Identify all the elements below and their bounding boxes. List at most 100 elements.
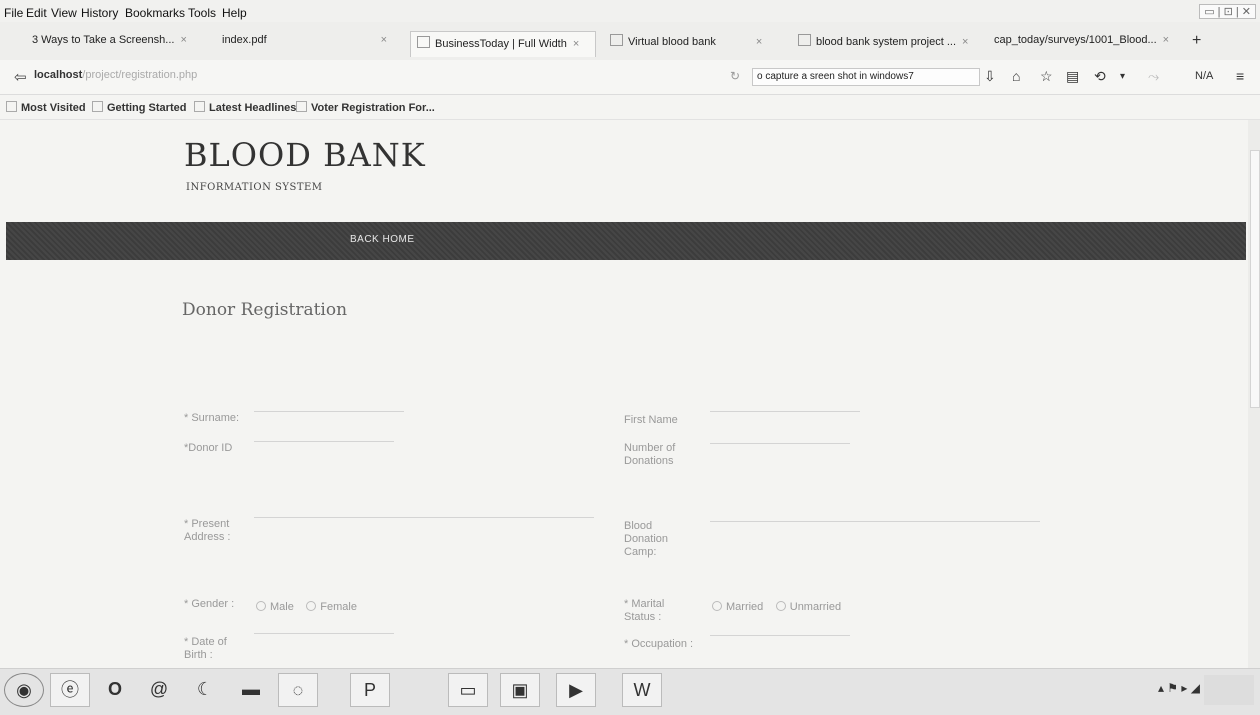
tab-bar: 3 Ways to Take a Screensh... × index.pdf ×… bbox=[0, 22, 1260, 61]
back-home-link[interactable]: BACK HOME bbox=[350, 234, 415, 245]
close-icon[interactable]: × bbox=[962, 36, 968, 48]
app-o-taskbar-icon[interactable]: O bbox=[96, 673, 134, 705]
menu-file[interactable]: File bbox=[4, 6, 23, 20]
occupation-label: * Occupation : bbox=[624, 638, 694, 650]
donations-input[interactable] bbox=[710, 442, 850, 444]
tab-label: BusinessToday | Full Width bbox=[435, 38, 567, 50]
scrollbar-thumb[interactable] bbox=[1250, 150, 1260, 408]
extension-icon[interactable]: ⤳ bbox=[1148, 68, 1159, 85]
folder-taskbar-icon[interactable]: ▭ bbox=[448, 673, 488, 707]
menu-view[interactable]: View bbox=[51, 6, 77, 20]
globe-icon bbox=[296, 101, 307, 112]
radio-icon bbox=[256, 601, 266, 611]
close-icon[interactable]: × bbox=[381, 34, 387, 46]
gender-female-radio[interactable]: Female bbox=[306, 597, 365, 614]
radio-label: Unmarried bbox=[789, 601, 842, 613]
image-viewer-taskbar-icon[interactable]: ▣ bbox=[500, 673, 540, 707]
star-icon[interactable]: ☆ bbox=[1040, 68, 1053, 85]
menu-tools[interactable]: Tools bbox=[188, 6, 216, 20]
media-taskbar-icon[interactable]: ▶ bbox=[556, 673, 596, 707]
powerpoint-taskbar-icon[interactable]: P bbox=[350, 673, 390, 707]
surname-input[interactable] bbox=[254, 410, 404, 412]
download-icon[interactable]: ⇩ bbox=[984, 68, 996, 85]
tab-screenshot[interactable]: 3 Ways to Take a Screensh... × bbox=[32, 34, 212, 54]
dob-input[interactable] bbox=[254, 632, 394, 634]
first-name-label: First Name bbox=[624, 414, 678, 426]
close-icon[interactable]: × bbox=[573, 38, 579, 50]
donor-id-input[interactable] bbox=[254, 440, 394, 442]
present-address-input[interactable] bbox=[254, 516, 594, 518]
url-bar[interactable]: localhost/project/registration.php bbox=[34, 69, 197, 81]
donor-id-label: *Donor ID bbox=[184, 442, 233, 454]
menu-bookmarks[interactable]: Bookmarks bbox=[125, 6, 185, 20]
surname-label: * Surname: bbox=[184, 412, 240, 424]
tab-label: cap_today/surveys/1001_Blood... bbox=[994, 34, 1157, 46]
word-taskbar-icon[interactable]: W bbox=[622, 673, 662, 707]
marital-unmarried-radio[interactable]: Unmarried bbox=[775, 597, 849, 614]
dropdown-chevron-icon[interactable]: ▾ bbox=[1120, 71, 1125, 82]
bookmark-voter-registration[interactable]: Voter Registration For... bbox=[296, 101, 435, 114]
dob-label: * Date of Birth : bbox=[184, 636, 227, 661]
tab-cap-today[interactable]: cap_today/surveys/1001_Blood... × bbox=[994, 34, 1172, 54]
bookmark-label: Getting Started bbox=[107, 102, 187, 114]
menu-history[interactable]: History bbox=[81, 6, 118, 20]
site-nav-strip: BACK HOME bbox=[6, 222, 1246, 260]
site-subtitle: INFORMATION SYSTEM bbox=[186, 182, 323, 193]
menu-edit[interactable]: Edit bbox=[26, 6, 47, 20]
tab-label: index.pdf bbox=[222, 34, 267, 46]
window-controls[interactable]: ▭ | ⊡ | ✕ bbox=[1199, 4, 1256, 19]
start-button-icon[interactable]: ◉ bbox=[4, 673, 44, 707]
clock[interactable] bbox=[1204, 675, 1254, 705]
tab-businesstoday[interactable]: BusinessToday | Full Width × bbox=[410, 31, 596, 57]
form-title: Donor Registration bbox=[182, 300, 348, 320]
page-icon bbox=[610, 34, 623, 46]
ie-taskbar-icon[interactable]: ⓔ bbox=[50, 673, 90, 707]
bookmark-getting-started[interactable]: Getting Started bbox=[92, 101, 186, 114]
back-arrow-icon[interactable]: ⇦ bbox=[14, 68, 27, 86]
radio-icon bbox=[775, 601, 786, 611]
terminal-taskbar-icon[interactable]: ▬ bbox=[232, 673, 270, 705]
bookmarks-bar: Most Visited Getting Started Latest Head… bbox=[0, 95, 1260, 120]
app-swirl-taskbar-icon[interactable]: ☾ bbox=[186, 673, 224, 705]
bookmark-icon bbox=[92, 101, 103, 112]
windows-taskbar: ◉ ⓔ O @ ☾ ▬ ◌ P ▭ ▣ ▶ W ▴ ⚑ ▸ ◢ bbox=[0, 668, 1260, 715]
blood-camp-input[interactable] bbox=[710, 520, 1040, 522]
chrome-taskbar-icon[interactable]: ◌ bbox=[278, 673, 318, 707]
first-name-input[interactable] bbox=[710, 410, 860, 412]
marital-radio-group: Married Unmarried bbox=[712, 597, 849, 615]
marital-married-radio[interactable]: Married bbox=[712, 597, 771, 614]
status-na: N/A bbox=[1195, 70, 1214, 82]
menu-hamburger-icon[interactable]: ≡ bbox=[1236, 68, 1244, 84]
reload-icon[interactable]: ↻ bbox=[730, 69, 740, 83]
new-tab-button[interactable]: + bbox=[1192, 32, 1201, 50]
system-tray[interactable]: ▴ ⚑ ▸ ◢ bbox=[1158, 681, 1200, 695]
reading-list-icon[interactable]: ▤ bbox=[1066, 68, 1079, 85]
home-icon[interactable]: ⌂ bbox=[1012, 68, 1020, 84]
bookmark-latest-headlines[interactable]: Latest Headlines bbox=[194, 101, 296, 114]
close-icon[interactable]: × bbox=[180, 34, 186, 46]
tab-blood-bank-project[interactable]: blood bank system project ... × bbox=[798, 34, 984, 54]
page-icon bbox=[417, 36, 430, 48]
sync-icon[interactable]: ⟲ bbox=[1094, 68, 1106, 85]
bookmark-label: Latest Headlines bbox=[209, 102, 297, 114]
close-icon[interactable]: × bbox=[1163, 34, 1169, 46]
page-icon bbox=[798, 34, 811, 46]
tab-label: Virtual blood bank bbox=[628, 36, 716, 48]
tab-index-pdf[interactable]: index.pdf × bbox=[222, 34, 408, 54]
close-icon[interactable]: × bbox=[756, 36, 762, 48]
bookmark-label: Voter Registration For... bbox=[311, 102, 435, 114]
search-input[interactable]: o capture a sreen shot in windows7 bbox=[752, 68, 980, 86]
radio-label: Female bbox=[320, 601, 357, 613]
occupation-input[interactable] bbox=[710, 634, 850, 636]
present-address-label: * Present Address : bbox=[184, 518, 231, 543]
radio-label: Married bbox=[726, 601, 764, 613]
gender-label: * Gender : bbox=[184, 598, 235, 610]
gender-radio-group: Male Female bbox=[256, 597, 365, 615]
menu-help[interactable]: Help bbox=[222, 6, 247, 20]
edge-taskbar-icon[interactable]: @ bbox=[140, 673, 178, 705]
tab-virtual-blood-bank[interactable]: Virtual blood bank × bbox=[610, 34, 790, 54]
bookmark-most-visited[interactable]: Most Visited bbox=[6, 101, 86, 114]
menu-bar: File Edit View History Bookmarks Tools H… bbox=[0, 0, 1260, 22]
radio-icon bbox=[306, 601, 317, 611]
gender-male-radio[interactable]: Male bbox=[256, 597, 302, 614]
